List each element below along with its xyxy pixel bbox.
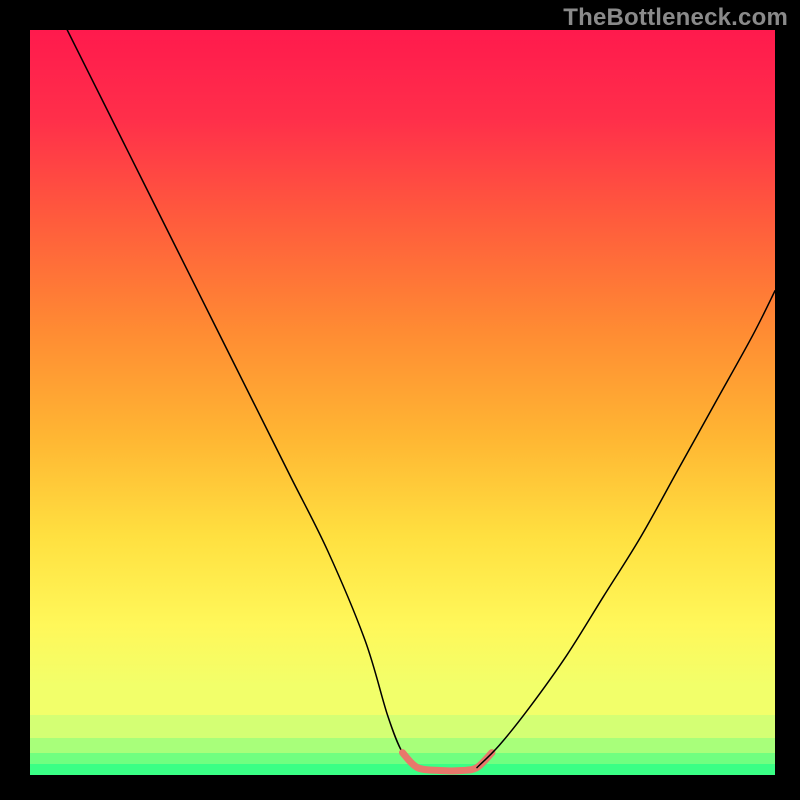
curve-layer (30, 30, 775, 775)
series-right-curve (477, 291, 775, 768)
series-valley-highlight (403, 753, 492, 771)
series-left-curve (67, 30, 417, 768)
watermark-text: TheBottleneck.com (563, 4, 788, 32)
chart-frame: TheBottleneck.com (0, 0, 800, 800)
plot-area (30, 30, 775, 775)
